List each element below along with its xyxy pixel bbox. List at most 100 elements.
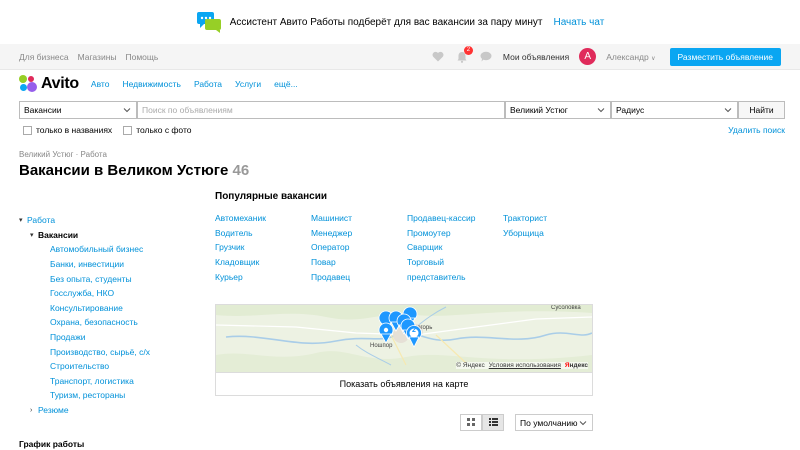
popular-vacancy-link[interactable]: Грузчик <box>215 242 266 257</box>
grid-view-button[interactable] <box>460 414 482 431</box>
map-copyright: © Яндекс <box>456 362 485 369</box>
sidebar-item-vacancies: ▾ Вакансии <box>19 228 199 243</box>
chevron-right-icon: › <box>30 406 33 414</box>
logo-text: Avito <box>41 75 79 92</box>
category-realty[interactable]: Недвижимость <box>122 79 180 89</box>
sidebar-subitem[interactable]: Консультирование <box>19 301 199 316</box>
search-filters: только в названиях только с фото Удалить… <box>23 124 785 136</box>
search-submit-button[interactable]: Найти <box>738 101 785 119</box>
popular-vacancy-link[interactable]: Автомеханик <box>215 213 266 228</box>
messages-chat-icon[interactable] <box>479 50 493 64</box>
with-photo-label: только с фото <box>136 125 192 135</box>
avito-logo-icon <box>19 75 37 93</box>
search-input[interactable]: Поиск по объявлениям <box>137 101 505 119</box>
avito-logo[interactable]: Avito <box>19 75 79 93</box>
sidebar-subitem[interactable]: Продажи <box>19 330 199 345</box>
sidebar-subitem[interactable]: Строительство <box>19 359 199 374</box>
yandex-logo: Яндекс <box>565 362 588 369</box>
popular-vacancy-link[interactable]: Уборщица <box>503 228 547 243</box>
popular-column: Машинист Менеджер Оператор Повар Продаве… <box>311 213 352 286</box>
popular-vacancy-link[interactable]: Водитель <box>215 228 266 243</box>
sidebar-subitem[interactable]: Автомобильный бизнес <box>19 242 199 257</box>
popular-vacancy-link[interactable]: Сварщик <box>407 242 476 257</box>
sidebar-subitem[interactable]: Охрана, безопасность <box>19 315 199 330</box>
popular-vacancy-link[interactable]: Курьер <box>215 272 266 287</box>
category-nav: Авто Недвижимость Работа Услуги ещё... <box>91 79 298 89</box>
popular-vacancy-link[interactable]: представитель <box>407 272 476 287</box>
clear-search-link[interactable]: Удалить поиск <box>728 125 785 135</box>
sidebar-item-resume[interactable]: › Резюме <box>19 403 199 418</box>
schedule-heading: График работы <box>19 439 85 449</box>
sidebar-item-label: Резюме <box>38 405 69 416</box>
checkbox-box[interactable] <box>123 125 133 135</box>
shops-link[interactable]: Магазины <box>78 52 117 62</box>
sidebar-subitem[interactable]: Производство, сырьё, с/х <box>19 344 199 359</box>
sidebar-item-label: Вакансии <box>38 229 79 240</box>
popular-vacancy-link[interactable]: Машинист <box>311 213 352 228</box>
chevron-down-icon <box>123 106 131 116</box>
sidebar-subitem[interactable]: Банки, инвестиции <box>19 257 199 272</box>
popular-vacancy-link[interactable]: Менеджер <box>311 228 352 243</box>
username-dropdown[interactable]: Александр ∨ <box>606 52 655 62</box>
top-bar: Для бизнеса Магазины Помощь 2 Мои объявл… <box>0 44 800 70</box>
username-label: Александр <box>606 51 649 62</box>
category-services[interactable]: Услуги <box>235 79 261 89</box>
popular-vacancy-link[interactable]: Повар <box>311 257 352 272</box>
titles-only-label: только в названиях <box>36 125 113 135</box>
logo-row: Avito Авто Недвижимость Работа Услуги ещ… <box>0 70 800 98</box>
notifications-bell-icon[interactable]: 2 <box>455 45 473 64</box>
top-links: Для бизнеса Магазины Помощь <box>19 52 158 62</box>
map-terms-link[interactable]: Условия использования <box>489 362 561 369</box>
popular-vacancy-link[interactable]: Продавец-кассир <box>407 213 476 228</box>
show-on-map-button[interactable]: Показать объявления на карте <box>216 372 592 395</box>
chevron-down-icon <box>597 106 605 116</box>
list-view-button[interactable] <box>482 414 504 431</box>
popular-vacancy-link[interactable]: Промоутер <box>407 228 476 243</box>
category-select-value: Вакансии <box>24 105 62 115</box>
category-jobs[interactable]: Работа <box>194 79 222 89</box>
sort-select-value: По умолчанию <box>520 417 578 428</box>
chat-assistant-icon <box>196 11 222 33</box>
breadcrumb[interactable]: Великий Устюг · Работа <box>19 150 107 159</box>
my-ads-link[interactable]: Мои объявления <box>503 52 569 62</box>
sidebar-subitem[interactable]: Туризм, рестораны <box>19 388 199 403</box>
page-title-text: Вакансии в Великом Устюге <box>19 162 229 179</box>
category-auto[interactable]: Авто <box>91 79 110 89</box>
start-chat-link[interactable]: Начать чат <box>553 17 604 28</box>
chevron-down-icon <box>724 106 732 116</box>
sidebar-item-jobs[interactable]: ▾ Работа <box>19 213 199 228</box>
map-pins-icon[interactable] <box>374 305 434 351</box>
popular-vacancy-link[interactable]: Тракторист <box>503 213 547 228</box>
favorites-heart-icon[interactable] <box>431 50 445 64</box>
business-link[interactable]: Для бизнеса <box>19 52 69 62</box>
location-select[interactable]: Великий Устюг <box>505 101 611 119</box>
grid-icon <box>467 417 475 428</box>
sidebar-subitem[interactable]: Госслужба, НКО <box>19 286 199 301</box>
sidebar-subitem[interactable]: Транспорт, логистика <box>19 374 199 389</box>
map-credits: © Яндекс Условия использования Яндекс <box>456 362 588 369</box>
map-canvas[interactable]: Сусоловка Ношпор югорь 2 © Яндекс Услови… <box>216 305 592 372</box>
help-link[interactable]: Помощь <box>126 52 159 62</box>
radius-select-value: Радиус <box>616 105 645 115</box>
sort-select[interactable]: По умолчанию <box>515 414 593 431</box>
avatar[interactable]: А <box>579 48 597 65</box>
popular-vacancy-link[interactable]: Кладовщик <box>215 257 266 272</box>
with-photo-checkbox[interactable]: только с фото <box>123 125 192 135</box>
category-more[interactable]: ещё... <box>274 79 298 89</box>
notifications-badge: 2 <box>463 45 473 55</box>
popular-vacancy-link[interactable]: Оператор <box>311 242 352 257</box>
popular-vacancy-link[interactable]: Продавец <box>311 272 352 287</box>
popular-vacancies-title: Популярные вакансии <box>215 191 328 202</box>
category-select[interactable]: Вакансии <box>19 101 137 119</box>
popular-column: Продавец-кассир Промоутер Сварщик Торгов… <box>407 213 476 286</box>
chevron-down-icon: ▾ <box>30 231 34 239</box>
post-ad-button[interactable]: Разместить объявление <box>669 47 781 66</box>
popular-vacancy-link[interactable]: Торговый <box>407 257 476 272</box>
results-count: 46 <box>232 162 250 179</box>
view-toggle <box>460 414 504 431</box>
radius-select[interactable]: Радиус <box>611 101 738 119</box>
chevron-down-icon: ∨ <box>651 55 656 62</box>
checkbox-box[interactable] <box>23 125 32 135</box>
sidebar-subitem[interactable]: Без опыта, студенты <box>19 271 199 286</box>
titles-only-checkbox[interactable]: только в названиях <box>23 125 112 135</box>
